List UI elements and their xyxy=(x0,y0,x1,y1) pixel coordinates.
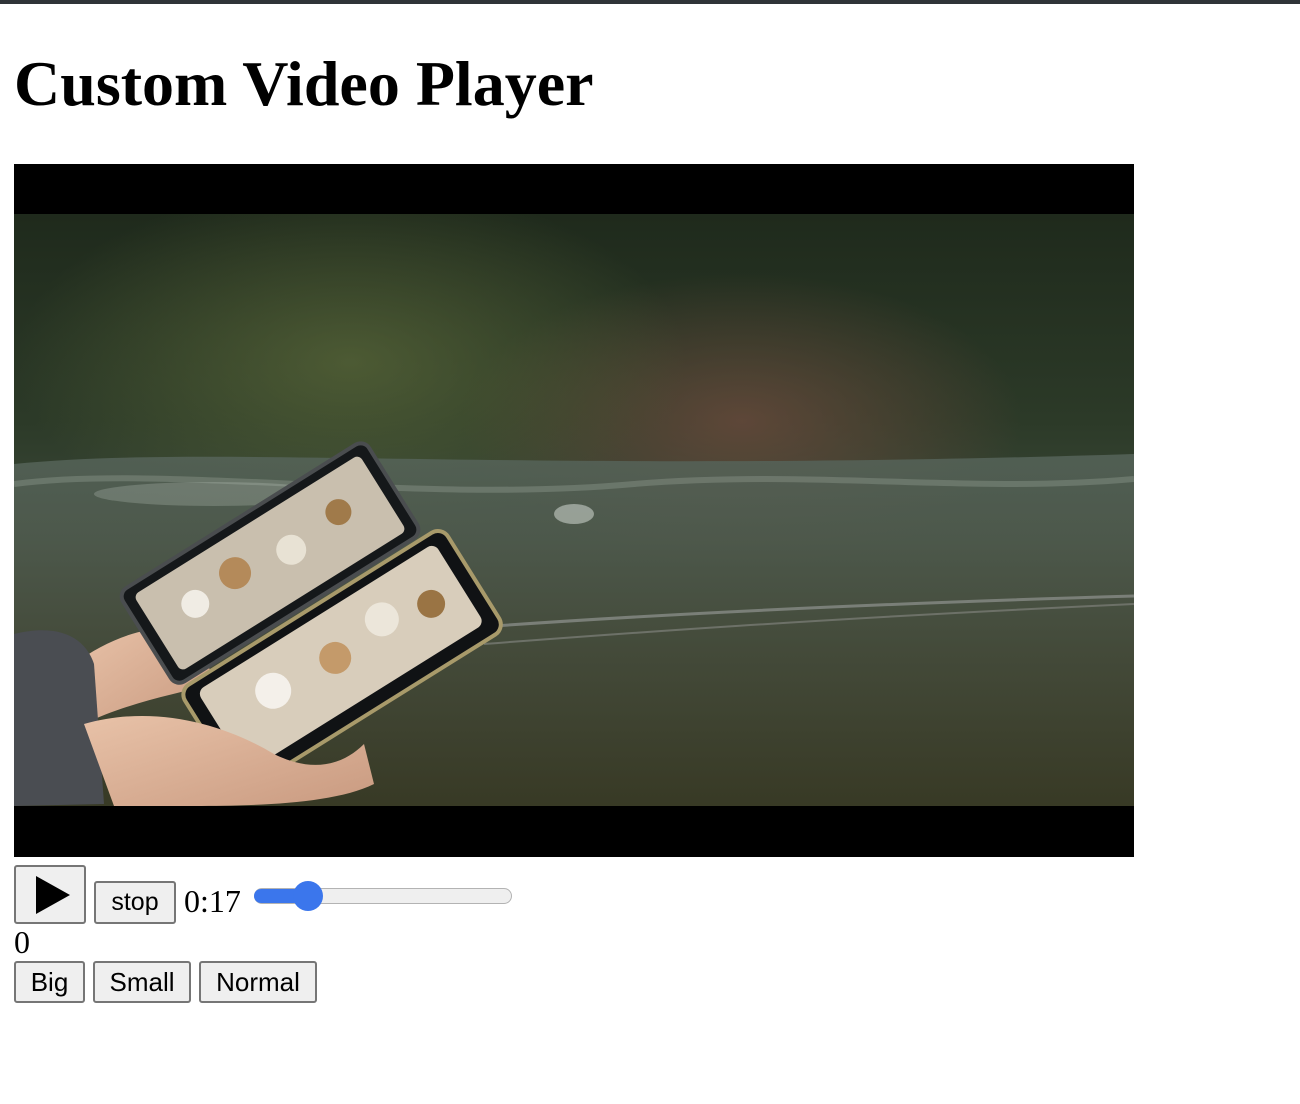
current-time: 0:17 xyxy=(184,883,241,919)
player-controls: stop 0:17 xyxy=(14,865,614,924)
video-frame-image xyxy=(14,164,1134,857)
big-button[interactable]: Big xyxy=(14,961,85,1003)
volume-value: 0 xyxy=(14,924,30,960)
play-button[interactable] xyxy=(14,865,86,924)
video-display[interactable] xyxy=(14,164,1134,857)
page-title: Custom Video Player xyxy=(14,48,594,119)
seek-thumb[interactable] xyxy=(293,881,323,911)
seek-slider[interactable] xyxy=(254,881,512,911)
size-controls: Big Small Normal xyxy=(14,961,414,1003)
small-button[interactable]: Small xyxy=(93,961,191,1003)
normal-button[interactable]: Normal xyxy=(199,961,317,1003)
stop-button[interactable]: stop xyxy=(94,881,176,924)
top-border xyxy=(0,0,1300,4)
play-icon xyxy=(36,876,70,914)
